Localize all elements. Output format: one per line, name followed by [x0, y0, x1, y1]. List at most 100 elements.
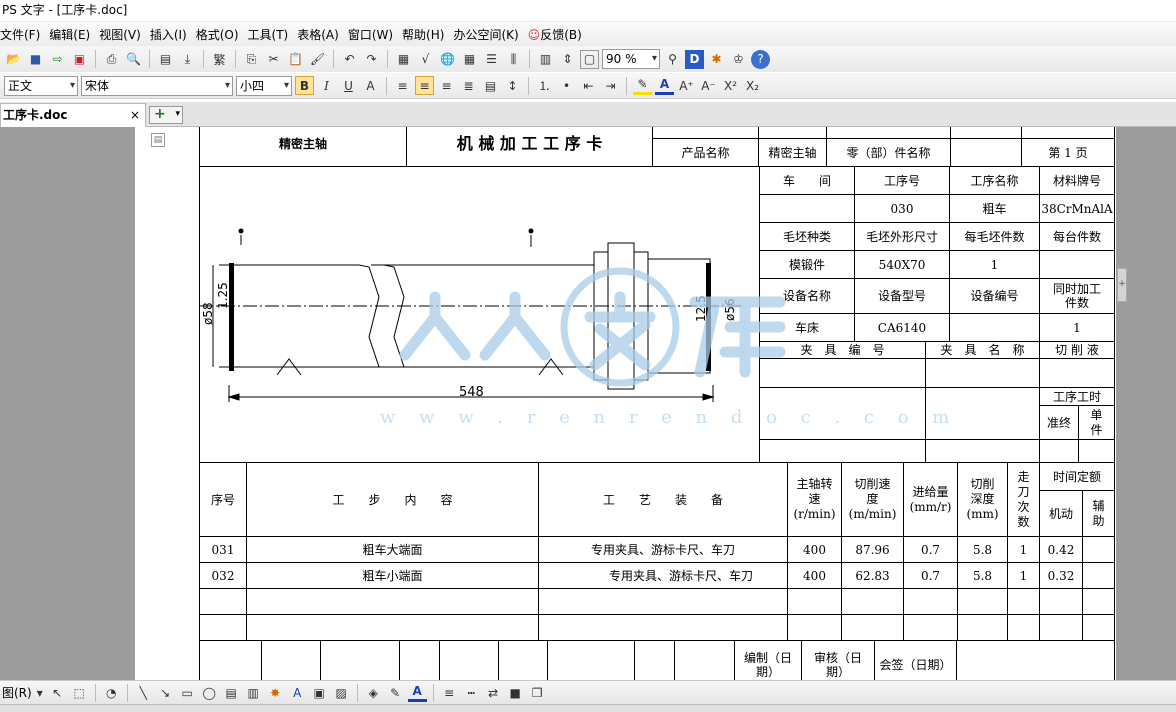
show-marks-icon[interactable]: ⇕: [558, 50, 577, 69]
open-icon[interactable]: 📂: [4, 50, 23, 69]
font-select[interactable]: 宋体: [81, 75, 233, 96]
subscript-icon[interactable]: X₂: [743, 76, 762, 95]
italic-button[interactable]: I: [317, 76, 336, 95]
style-select[interactable]: 正文: [4, 75, 78, 96]
redo-icon[interactable]: ↷: [362, 50, 381, 69]
new-tab-button[interactable]: + ▾: [149, 106, 183, 124]
arrow-style-icon[interactable]: ⇄: [484, 683, 503, 702]
menu-table[interactable]: 表格(A): [297, 26, 348, 43]
wordart-icon[interactable]: A: [288, 683, 307, 702]
insert-picture-icon[interactable]: ▨: [332, 683, 351, 702]
help-icon[interactable]: ?: [751, 49, 770, 69]
highlight-icon[interactable]: ✎: [633, 76, 652, 95]
toolbar-separator: [149, 50, 150, 68]
autoshapes-icon[interactable]: ◔: [102, 683, 121, 702]
blank-size-label: 毛坯外形尺寸: [854, 222, 950, 251]
step-row-2-no: 032: [199, 562, 247, 589]
numbering-icon[interactable]: ⒈: [535, 76, 554, 95]
menu-feedback[interactable]: ☺反馈(B): [528, 26, 591, 43]
rectangle-icon[interactable]: ▭: [178, 683, 197, 702]
menu-edit[interactable]: 编辑(E): [49, 26, 99, 43]
gift-icon[interactable]: ✱: [707, 50, 726, 69]
dash-style-icon[interactable]: ┅: [462, 683, 481, 702]
line-icon[interactable]: ╲: [134, 683, 153, 702]
insert-table-icon[interactable]: ▦: [394, 50, 413, 69]
d-icon[interactable]: D: [685, 49, 704, 69]
underline-button[interactable]: U: [339, 76, 358, 95]
full-screen-icon[interactable]: ▢: [580, 49, 599, 69]
print-preview-icon[interactable]: 🔍: [124, 50, 143, 69]
menu-file[interactable]: 文件(F): [0, 26, 49, 43]
format-painter-icon[interactable]: 🖌: [308, 50, 327, 69]
fill-color-icon[interactable]: ◈: [364, 683, 383, 702]
empty-cell: [1082, 614, 1115, 641]
superscript-icon[interactable]: X²: [721, 76, 740, 95]
workshop-label: 车 间: [759, 166, 855, 195]
grow-font-icon[interactable]: A⁺: [677, 76, 696, 95]
select-objects-icon[interactable]: ⬚: [70, 683, 89, 702]
font-size-select[interactable]: 小四: [236, 75, 292, 96]
decrease-indent-icon[interactable]: ⇤: [579, 76, 598, 95]
align-center-icon[interactable]: ≡: [415, 76, 434, 95]
document-tab[interactable]: 工序卡.doc ×: [0, 103, 146, 127]
print-icon[interactable]: ⎙: [102, 50, 121, 69]
menu-bar: 文件(F) 编辑(E) 视图(V) 插入(I) 格式(O) 工具(T) 表格(A…: [0, 22, 1176, 46]
bold-button[interactable]: B: [295, 76, 314, 95]
line-spacing-icon[interactable]: ↕: [503, 76, 522, 95]
close-tab-icon[interactable]: ×: [130, 104, 140, 126]
export-icon[interactable]: ⇨: [48, 50, 67, 69]
menu-tools[interactable]: 工具(T): [248, 26, 298, 43]
arrow-icon[interactable]: ↘: [156, 683, 175, 702]
ellipse-icon[interactable]: ◯: [200, 683, 219, 702]
menu-window[interactable]: 窗口(W): [348, 26, 402, 43]
justify-icon[interactable]: ≣: [459, 76, 478, 95]
3d-icon[interactable]: ❒: [528, 683, 547, 702]
table-icon[interactable]: ▦: [460, 50, 479, 69]
binoculars-icon[interactable]: ⚲: [663, 50, 682, 69]
font-color-icon[interactable]: A: [407, 683, 427, 702]
scroll-handle[interactable]: +: [1117, 268, 1127, 302]
align-right-icon[interactable]: ≡: [437, 76, 456, 95]
undo-icon[interactable]: ↶: [340, 50, 359, 69]
menu-help[interactable]: 帮助(H): [402, 26, 453, 43]
menu-office-space[interactable]: 办公空间(K): [453, 26, 527, 43]
chevron-down-icon[interactable]: ▾: [35, 683, 45, 702]
clipart-icon[interactable]: ✸: [266, 683, 285, 702]
shadow-icon[interactable]: ■: [506, 683, 525, 702]
increase-indent-icon[interactable]: ⇥: [601, 76, 620, 95]
traditional-chinese-icon[interactable]: 繁: [210, 50, 229, 69]
columns-icon[interactable]: ☰: [482, 50, 501, 69]
bullets-icon[interactable]: •: [557, 76, 576, 95]
paste-icon[interactable]: 📋: [286, 50, 305, 69]
editor-label: 编制（日期）: [734, 640, 802, 680]
hyperlink-icon[interactable]: 🌐: [438, 50, 457, 69]
menu-view[interactable]: 视图(V): [99, 26, 150, 43]
text-box-icon[interactable]: ▤: [222, 683, 241, 702]
pdf-icon[interactable]: ▣: [70, 50, 89, 69]
formula-icon[interactable]: √: [416, 50, 435, 69]
draw-menu[interactable]: 图(R): [2, 684, 32, 701]
select-pointer-icon[interactable]: ↖: [48, 683, 67, 702]
align-left-icon[interactable]: ≡: [393, 76, 412, 95]
cut-icon[interactable]: ✂: [264, 50, 283, 69]
menu-format[interactable]: 格式(O): [196, 26, 248, 43]
skin-icon[interactable]: ♔: [729, 50, 748, 69]
line-color-icon[interactable]: ✎: [386, 683, 405, 702]
page-setup-icon[interactable]: ▤: [156, 50, 175, 69]
menu-insert[interactable]: 插入(I): [150, 26, 196, 43]
distribute-icon[interactable]: ▤: [481, 76, 500, 95]
toolbar-separator: [387, 50, 388, 68]
save-icon[interactable]: ■: [26, 50, 45, 69]
document-page[interactable]: ▤ 精密主轴 机 械 加 工 工 序 卡 产品名称 精密主轴 零（部）件名称 第…: [135, 127, 1116, 680]
copy-icon[interactable]: ⎘: [242, 50, 261, 69]
picture-icon[interactable]: ▣: [310, 683, 329, 702]
text-effect-icon[interactable]: A: [361, 76, 380, 95]
zoom-select[interactable]: 90 %: [602, 49, 660, 69]
vertical-text-box-icon[interactable]: ▥: [244, 683, 263, 702]
page-break-icon[interactable]: ⤓: [178, 50, 197, 69]
line-style-icon[interactable]: ≡: [440, 683, 459, 702]
drawing-icon[interactable]: ⫼: [504, 50, 523, 69]
shrink-font-icon[interactable]: A⁻: [699, 76, 718, 95]
font-color-icon[interactable]: A: [655, 76, 674, 95]
document-map-icon[interactable]: ▥: [536, 50, 555, 69]
